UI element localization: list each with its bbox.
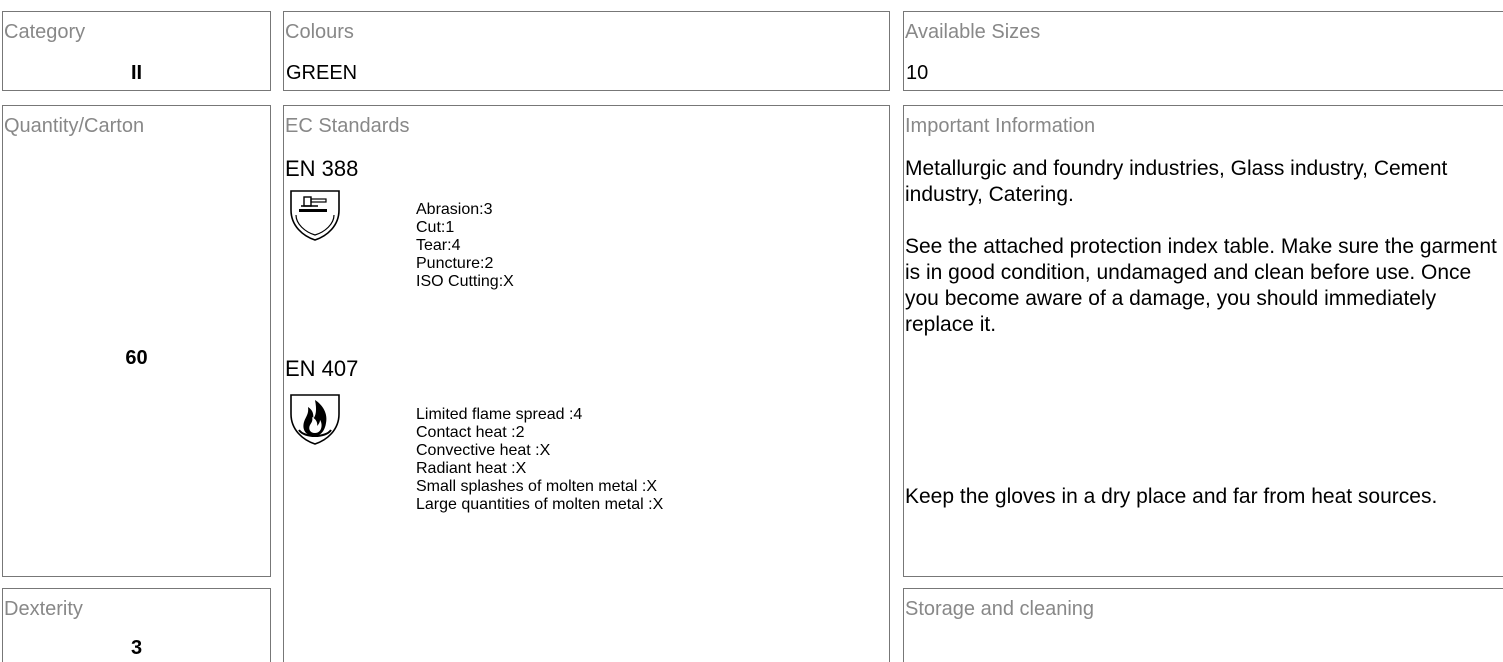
rating-item: Radiant heat :X — [416, 460, 527, 477]
colours-box: Colours GREEN — [283, 11, 890, 91]
category-value: II — [130, 62, 143, 84]
rating-item: Limited flame spread :4 — [416, 406, 583, 423]
category-box: Category II — [2, 11, 271, 91]
colours-label: Colours — [285, 21, 354, 43]
standard-code-en388: EN 388 — [285, 156, 359, 181]
sizes-label: Available Sizes — [905, 21, 1041, 43]
important-information-label: Important Information — [905, 115, 1096, 137]
quantity-value: 60 — [125, 347, 148, 369]
dexterity-box: Dexterity 3 — [2, 588, 271, 662]
important-information-box: Important Information Metallurgic and fo… — [903, 105, 1503, 577]
info-paragraph: Metallurgic and foundry industries, Glas… — [905, 157, 1448, 206]
sizes-box: Available Sizes 10 — [903, 11, 1503, 91]
heat-flame-shield-icon — [290, 394, 340, 445]
colours-value: GREEN — [286, 62, 358, 84]
ec-standards-box: EC Standards EN 388 Abrasion:3 Cut:1 Tea… — [283, 105, 890, 662]
info-paragraph: See the attached protection index table.… — [905, 235, 1497, 336]
quantity-box: Quantity/Carton 60 — [2, 105, 271, 577]
rating-item: Abrasion:3 — [416, 201, 493, 218]
standard-code-en407: EN 407 — [285, 356, 359, 381]
storage-label: Storage and cleaning — [905, 598, 1095, 620]
dexterity-value: 3 — [130, 637, 143, 659]
mechanical-hazard-shield-icon — [290, 190, 340, 241]
storage-box: Storage and cleaning — [903, 588, 1503, 662]
rating-item: Large quantities of molten metal :X — [416, 496, 664, 513]
en407-ratings: Limited flame spread :4 Contact heat :2 … — [416, 406, 663, 514]
storage-note: Keep the gloves in a dry place and far f… — [905, 485, 1438, 508]
rating-item: Cut:1 — [416, 219, 455, 236]
category-label: Category — [4, 21, 86, 43]
rating-item: Small splashes of molten metal :X — [416, 478, 657, 495]
rating-item: Puncture:2 — [416, 255, 494, 272]
rating-item: Contact heat :2 — [416, 424, 525, 441]
dexterity-label: Dexterity — [4, 598, 83, 620]
rating-item: Convective heat :X — [416, 442, 551, 459]
rating-item: ISO Cutting:X — [416, 273, 514, 290]
en388-ratings: Abrasion:3 Cut:1 Tear:4 Puncture:2 ISO C… — [416, 201, 514, 291]
ec-standards-label: EC Standards — [285, 115, 410, 137]
quantity-label: Quantity/Carton — [4, 115, 145, 137]
sizes-value: 10 — [906, 62, 929, 84]
rating-item: Tear:4 — [416, 237, 461, 254]
important-information-text: Metallurgic and foundry industries, Glas… — [905, 156, 1503, 338]
